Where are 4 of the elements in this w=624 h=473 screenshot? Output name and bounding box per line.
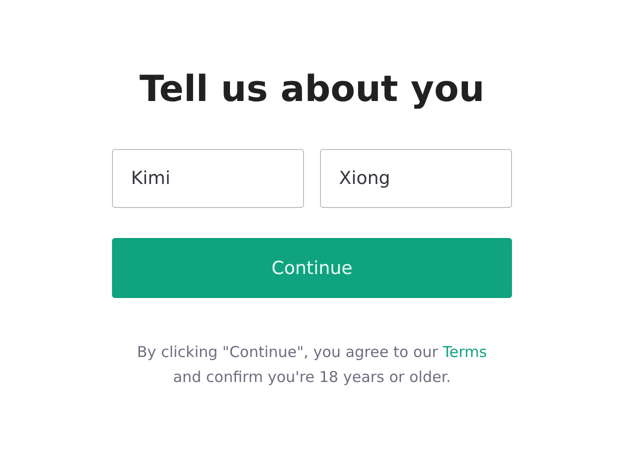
- page-title: Tell us about you: [140, 68, 484, 112]
- name-field[interactable]: Xiong: [320, 149, 512, 208]
- terms-notice: By clicking "Continue", you agree to our Terms and confirm you're 18 years or older.: [137, 342, 487, 388]
- name-field[interactable]: Kimi: [112, 149, 304, 208]
